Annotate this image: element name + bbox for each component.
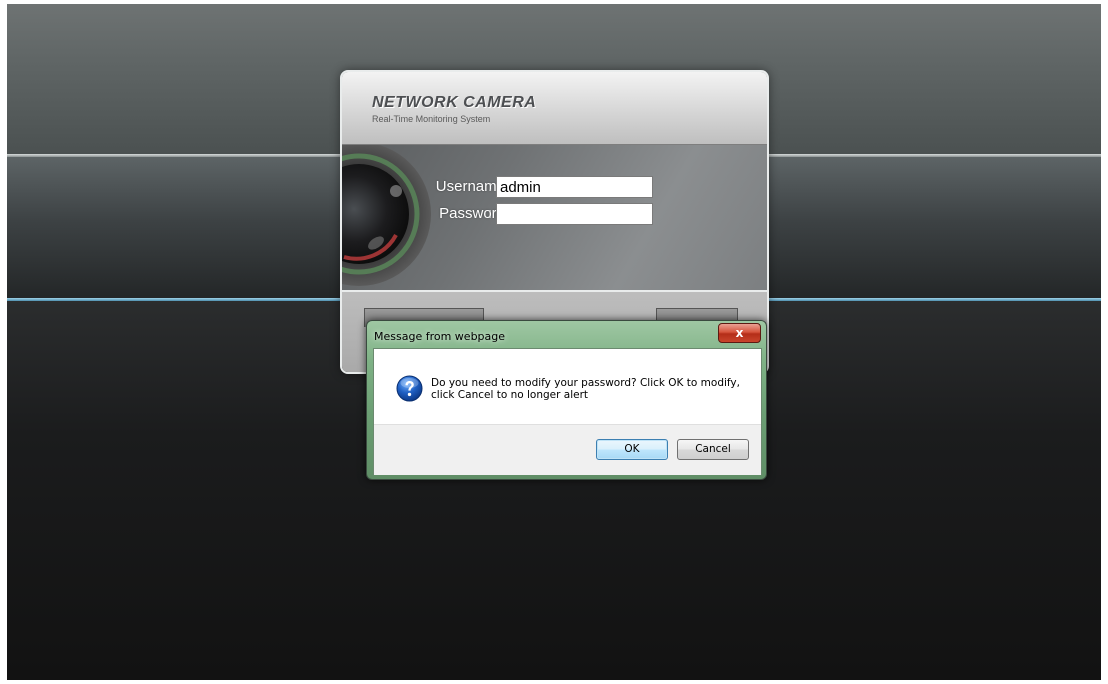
brand-subtitle: Real-Time Monitoring System bbox=[372, 114, 491, 124]
dialog-content: Do you need to modify your password? Cli… bbox=[374, 349, 761, 424]
password-row: Password : bbox=[342, 203, 767, 225]
username-input[interactable] bbox=[496, 176, 653, 198]
password-colon: : bbox=[488, 205, 493, 222]
dialog-button-bar: OK Cancel bbox=[374, 424, 761, 475]
brand-title: NETWORK CAMERA bbox=[372, 94, 537, 111]
dialog-close-button[interactable]: x bbox=[718, 323, 761, 343]
login-panel-header: NETWORK CAMERA Real-Time Monitoring Syst… bbox=[342, 72, 767, 145]
dialog-message: Do you need to modify your password? Cli… bbox=[431, 377, 740, 401]
cancel-button[interactable]: Cancel bbox=[677, 439, 749, 460]
question-icon bbox=[396, 375, 423, 402]
ok-button[interactable]: OK bbox=[596, 439, 668, 460]
dialog-title: Message from webpage bbox=[374, 330, 506, 343]
login-form: Username : Password : bbox=[342, 145, 767, 292]
dialog-client-area: Do you need to modify your password? Cli… bbox=[373, 348, 762, 475]
message-dialog: Message from webpage x Do you need to mo… bbox=[366, 320, 767, 480]
username-colon: : bbox=[488, 178, 493, 195]
username-row: Username : bbox=[342, 176, 767, 198]
username-label: Username bbox=[435, 178, 505, 195]
password-input[interactable] bbox=[496, 203, 653, 225]
